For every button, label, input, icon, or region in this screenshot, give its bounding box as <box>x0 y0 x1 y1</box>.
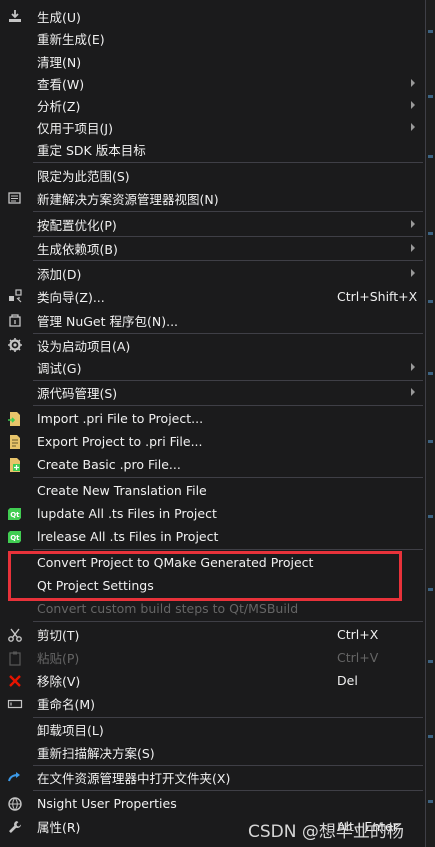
svg-text:Qt: Qt <box>10 534 20 542</box>
svg-text:Qt: Qt <box>10 511 20 519</box>
menu-item-scope-to-this[interactable]: 限定为此范围(S) <box>0 164 425 186</box>
menu-item-class-wizard[interactable]: 类向导(Z)... Ctrl+Shift+X <box>0 285 425 307</box>
separator <box>33 405 423 406</box>
submenu-arrow-icon <box>411 388 415 396</box>
menu-item-build[interactable]: 生成(U) <box>0 5 425 27</box>
menu-item-lrelease[interactable]: Qt lrelease All .ts Files in Project <box>0 525 425 548</box>
open-folder-arrow-icon <box>7 770 23 786</box>
menu-item-unload-project[interactable]: 卸载项目(L) <box>0 718 425 741</box>
menu-item-manage-nuget[interactable]: 管理 NuGet 程序包(N)... <box>0 309 425 331</box>
import-pri-icon <box>7 411 23 427</box>
menu-item-import-pri[interactable]: Import .pri File to Project... <box>0 407 425 430</box>
menu-item-source-control[interactable]: 源代码管理(S) <box>0 381 425 403</box>
new-view-icon <box>7 190 23 206</box>
separator <box>33 621 423 622</box>
paste-icon <box>7 650 23 666</box>
nsight-icon <box>7 796 23 812</box>
submenu-arrow-icon <box>411 220 415 228</box>
menu-item-open-in-explorer[interactable]: 在文件资源管理器中打开文件夹(X) <box>0 766 425 789</box>
menu-item-nsight-properties[interactable]: Nsight User Properties <box>0 792 425 815</box>
submenu-arrow-icon <box>411 123 415 131</box>
build-icon <box>7 8 23 24</box>
menu-item-clean[interactable]: 清理(N) <box>0 50 425 72</box>
menu-item-create-translation[interactable]: Create New Translation File <box>0 479 425 502</box>
menu-item-retarget-sdk[interactable]: 重定 SDK 版本目标 <box>0 138 425 160</box>
qt-icon: Qt <box>7 529 23 545</box>
gear-icon <box>7 337 23 353</box>
menu-item-analyze[interactable]: 分析(Z) <box>0 94 425 116</box>
menu-item-pgo[interactable]: 按配置优化(P) <box>0 213 425 235</box>
editor-background-strip <box>426 0 435 847</box>
class-wizard-icon <box>7 288 23 304</box>
menu-item-rename[interactable]: 重命名(M) <box>0 692 425 715</box>
export-pri-icon <box>7 434 23 450</box>
create-pro-icon <box>7 457 23 473</box>
menu-item-lupdate[interactable]: Qt lupdate All .ts Files in Project <box>0 502 425 525</box>
nuget-icon <box>7 312 23 328</box>
submenu-arrow-icon <box>411 269 415 277</box>
separator <box>33 260 423 261</box>
menu-item-set-startup[interactable]: 设为启动项目(A) <box>0 334 425 356</box>
menu-item-rebuild[interactable]: 重新生成(E) <box>0 27 425 49</box>
context-menu: 生成(U) 重新生成(E) 清理(N) 查看(W) 分析(Z) 仅用于项目(J)… <box>0 0 426 847</box>
separator <box>33 790 423 791</box>
submenu-arrow-icon <box>411 244 415 252</box>
menu-item-view[interactable]: 查看(W) <box>0 72 425 94</box>
submenu-arrow-icon <box>411 79 415 87</box>
menu-item-export-pri[interactable]: Export Project to .pri File... <box>0 430 425 453</box>
menu-item-paste: 粘贴(P) Ctrl+V <box>0 646 425 669</box>
separator <box>33 549 423 550</box>
watermark: CSDN @想毕业的杨 <box>248 822 404 842</box>
separator <box>33 162 423 163</box>
menu-item-add[interactable]: 添加(D) <box>0 262 425 284</box>
separator <box>33 211 423 212</box>
menu-item-debug[interactable]: 调试(G) <box>0 356 425 378</box>
menu-item-build-dependencies[interactable]: 生成依赖项(B) <box>0 237 425 259</box>
separator <box>33 477 423 478</box>
menu-item-create-pro[interactable]: Create Basic .pro File... <box>0 453 425 476</box>
menu-item-project-only[interactable]: 仅用于项目(J) <box>0 116 425 138</box>
scissors-icon <box>7 627 23 643</box>
qt-icon: Qt <box>7 506 23 522</box>
menu-item-cut[interactable]: 剪切(T) Ctrl+X <box>0 623 425 646</box>
menu-item-rescan-solution[interactable]: 重新扫描解决方案(S) <box>0 741 425 764</box>
menu-item-new-solution-view[interactable]: 新建解决方案资源管理器视图(N) <box>0 187 425 209</box>
wrench-icon <box>7 819 23 835</box>
menu-item-remove[interactable]: 移除(V) Del <box>0 669 425 692</box>
rename-icon <box>7 696 23 712</box>
submenu-arrow-icon <box>411 363 415 371</box>
submenu-arrow-icon <box>411 101 415 109</box>
annotation-highlight-box <box>8 551 402 601</box>
delete-x-icon <box>7 673 23 689</box>
